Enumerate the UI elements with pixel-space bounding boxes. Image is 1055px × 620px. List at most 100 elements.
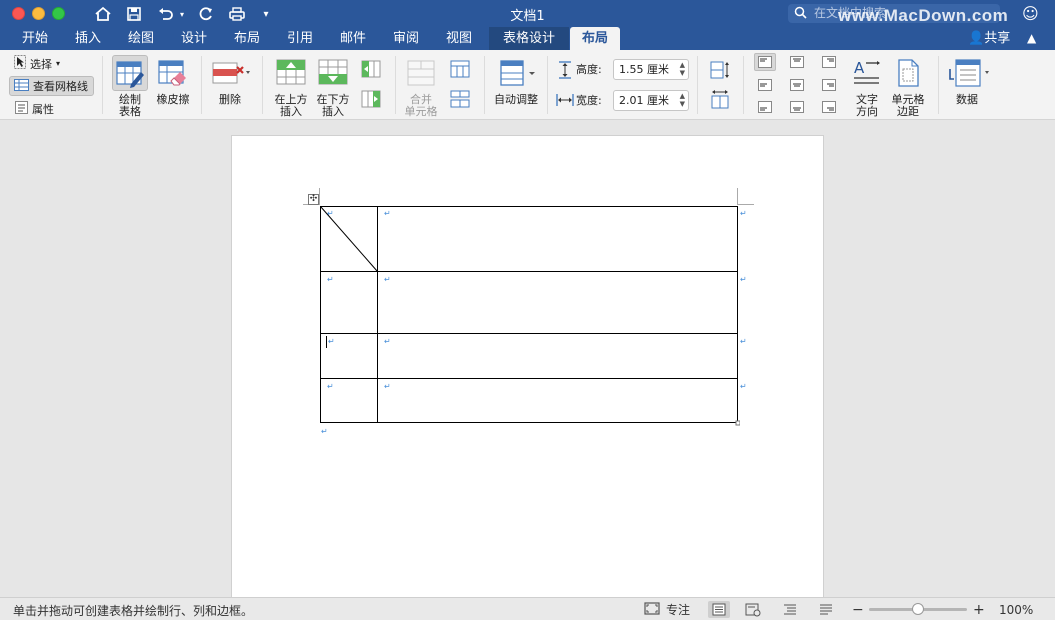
document-area[interactable]: ✣ ↵ ↵ ↵ ↵ ↵ ↵ ↵ ↵ ↵ ↵ ↵ ↵ ↵ [0, 121, 1055, 605]
paragraph-mark-icon: ↵ [327, 209, 334, 218]
data-button[interactable] [948, 57, 990, 89]
tab-view[interactable]: 视图 [436, 27, 482, 50]
redo-icon[interactable] [195, 3, 217, 25]
distribute-rows-icon [710, 61, 729, 79]
draw-table-icon [116, 61, 144, 88]
align-middle-left-button[interactable] [754, 76, 776, 94]
insert-below-button[interactable] [317, 57, 349, 89]
row-height-icon [557, 61, 573, 79]
row-height-value: 1.55 厘米 [619, 63, 669, 76]
insert-right-button[interactable] [361, 90, 381, 108]
tab-draw[interactable]: 绘图 [118, 27, 164, 50]
insert-above-button[interactable] [275, 57, 307, 89]
text-direction-label: 文字 方向 [856, 93, 878, 118]
spinner-arrows-icon[interactable]: ▲ ▼ [680, 61, 685, 77]
autofit-button[interactable] [498, 58, 538, 88]
ribbon-separator [201, 56, 202, 114]
split-cells-icon [450, 60, 470, 78]
tab-layout[interactable]: 布局 [224, 27, 270, 50]
document-page[interactable]: ✣ ↵ ↵ ↵ ↵ ↵ ↵ ↵ ↵ ↵ ↵ ↵ ↵ ↵ [231, 135, 824, 605]
split-table-button[interactable] [450, 90, 470, 108]
tab-home[interactable]: 开始 [12, 27, 58, 50]
tab-references[interactable]: 引用 [277, 27, 323, 50]
distribute-rows-button[interactable] [709, 60, 731, 80]
maximize-window-button[interactable] [52, 7, 65, 20]
split-cells-button[interactable] [450, 60, 470, 78]
view-gridlines-toggle[interactable]: 查看网格线 [9, 76, 94, 96]
collapse-ribbon-icon[interactable]: ▲ [1027, 27, 1036, 50]
tab-design[interactable]: 设计 [171, 27, 217, 50]
table-resize-handle [735, 420, 740, 426]
table[interactable] [320, 206, 740, 426]
ribbon-separator [262, 56, 263, 114]
customize-toolbar-icon[interactable]: ▾ [259, 3, 273, 25]
pointer-icon [14, 55, 26, 72]
paragraph-mark-icon: ↵ [384, 209, 391, 218]
zoom-level[interactable]: 100% [999, 601, 1033, 618]
text-direction-button[interactable]: A [852, 57, 882, 89]
table-move-handle-icon[interactable]: ✣ [308, 194, 319, 205]
web-layout-icon [745, 603, 761, 616]
undo-icon[interactable] [155, 3, 177, 25]
column-width-icon [556, 92, 574, 108]
ribbon-tab-bar: 开始 插入 绘图 设计 布局 引用 邮件 审阅 视图 表格设计 布局 👤共享 ▲ [0, 27, 1055, 50]
cell-margins-icon [898, 59, 919, 87]
web-layout-view-button[interactable] [745, 601, 761, 618]
zoom-slider-thumb[interactable] [912, 603, 924, 615]
eraser-button[interactable] [155, 55, 191, 91]
outline-view-button[interactable] [782, 601, 798, 618]
home-icon[interactable] [92, 3, 114, 25]
properties-button[interactable]: 属性 [15, 101, 54, 117]
delete-button[interactable] [211, 55, 251, 91]
tab-table-design[interactable]: 表格设计 [489, 27, 569, 50]
align-middle-center-button[interactable] [786, 76, 808, 94]
print-icon[interactable] [226, 3, 248, 25]
draw-table-button[interactable] [112, 55, 148, 91]
zoom-slider[interactable] [869, 603, 967, 615]
paragraph-mark-icon: ↵ [328, 337, 335, 346]
align-top-right-button[interactable] [818, 53, 840, 71]
share-button[interactable]: 👤共享 [968, 27, 1010, 50]
select-button[interactable]: 选择 ▾ [14, 55, 60, 72]
focus-mode-button[interactable]: 专注 [644, 601, 690, 618]
paragraph-mark-icon: ↵ [384, 337, 391, 346]
zoom-out-button[interactable]: − [852, 601, 864, 618]
cell-margins-button[interactable] [894, 57, 922, 89]
autofit-label: 自动调整 [494, 93, 538, 106]
width-label: 宽度: [576, 94, 602, 107]
paragraph-mark-icon: ↵ [327, 382, 334, 391]
column-width-spinner[interactable]: 2.01 厘米 ▲ ▼ [613, 90, 689, 111]
tab-mailings[interactable]: 邮件 [330, 27, 376, 50]
align-top-left-button[interactable] [754, 53, 776, 71]
align-bottom-right-button[interactable] [818, 98, 840, 116]
insert-left-button[interactable] [361, 60, 381, 78]
merge-cells-button[interactable] [406, 59, 436, 87]
draft-view-button[interactable] [818, 601, 834, 618]
align-bottom-left-button[interactable] [754, 98, 776, 116]
ribbon-separator [547, 56, 548, 114]
paragraph-mark-icon: ↵ [384, 275, 391, 284]
tab-table-layout[interactable]: 布局 [570, 27, 620, 50]
distribute-columns-button[interactable] [709, 89, 731, 109]
autofit-icon [500, 60, 535, 86]
grid-icon [14, 78, 29, 94]
align-bottom-center-button[interactable] [786, 98, 808, 116]
align-top-center-button[interactable] [786, 53, 808, 71]
column-width-value: 2.01 厘米 [619, 94, 669, 107]
print-layout-view-button[interactable] [708, 601, 730, 618]
minimize-window-button[interactable] [32, 7, 45, 20]
save-icon[interactable] [123, 3, 145, 25]
feedback-smiley-icon[interactable]: ☺ [1022, 4, 1039, 23]
tab-review[interactable]: 审阅 [383, 27, 429, 50]
merge-cells-icon [407, 60, 435, 86]
tab-insert[interactable]: 插入 [65, 27, 111, 50]
undo-dropdown-icon[interactable]: ▾ [177, 3, 187, 25]
ribbon-separator [743, 56, 744, 114]
zoom-in-button[interactable]: + [973, 601, 985, 618]
insert-below-icon [318, 59, 348, 85]
close-window-button[interactable] [12, 7, 25, 20]
ribbon-separator [102, 56, 103, 114]
spinner-arrows-icon[interactable]: ▲ ▼ [680, 92, 685, 108]
align-middle-right-button[interactable] [818, 76, 840, 94]
row-height-spinner[interactable]: 1.55 厘米 ▲ ▼ [613, 59, 689, 80]
